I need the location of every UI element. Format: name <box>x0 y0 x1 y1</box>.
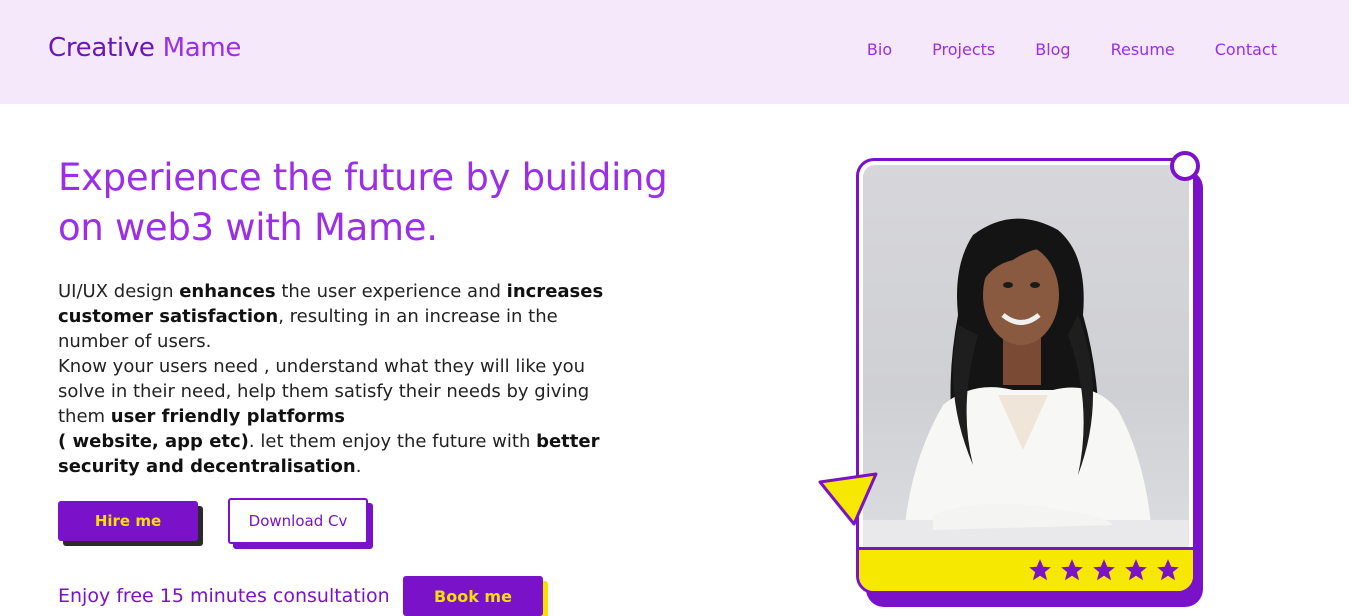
person-illustration <box>863 218 1189 547</box>
logo-text-creative: Creative <box>48 33 155 63</box>
decorative-circle <box>1170 151 1200 181</box>
hero-text: . <box>355 456 362 477</box>
hire-me-label: Hire me <box>58 501 198 541</box>
hero-text: the user experience and <box>275 281 507 302</box>
decorative-triangle <box>818 472 878 526</box>
star-rating <box>1027 557 1181 583</box>
hero-emphasis: user friendly platforms <box>110 406 345 427</box>
hero-emphasis: ( website, app etc) <box>58 431 249 452</box>
rating-bar <box>859 547 1193 591</box>
hire-me-button[interactable]: Hire me <box>58 501 203 546</box>
site-header: Creative Mame Bio Projects Blog Resume C… <box>0 0 1349 104</box>
hero-description: UI/UX design enhances the user experienc… <box>58 279 618 479</box>
nav-link-resume[interactable]: Resume <box>1111 40 1175 59</box>
star-icon <box>1061 559 1083 581</box>
nav-link-projects[interactable]: Projects <box>932 40 995 59</box>
site-logo[interactable]: Creative Mame <box>48 33 241 63</box>
consultation-text: Enjoy free 15 minutes consultation <box>58 585 390 607</box>
nav-link-blog[interactable]: Blog <box>1035 40 1070 59</box>
star-icon <box>1125 559 1147 581</box>
profile-photo <box>863 165 1189 547</box>
nav-link-contact[interactable]: Contact <box>1215 40 1277 59</box>
download-cv-button[interactable]: Download Cv <box>228 498 373 549</box>
download-cv-label: Download Cv <box>228 498 368 544</box>
portrait-card <box>856 158 1196 594</box>
star-icon <box>1093 559 1115 581</box>
hero-title: Experience the future by building on web… <box>58 156 668 249</box>
hero-text: UI/UX design <box>58 281 180 302</box>
star-icon <box>1157 559 1179 581</box>
hero-emphasis: enhances <box>179 281 276 302</box>
book-me-label: Book me <box>403 576 543 616</box>
star-icon <box>1029 559 1051 581</box>
main-nav: Bio Projects Blog Resume Contact <box>867 40 1277 59</box>
book-me-button[interactable]: Book me <box>403 576 548 616</box>
logo-text-mame: Mame <box>162 33 242 63</box>
hero-text: . let them enjoy the future with <box>248 431 537 452</box>
nav-link-bio[interactable]: Bio <box>867 40 892 59</box>
